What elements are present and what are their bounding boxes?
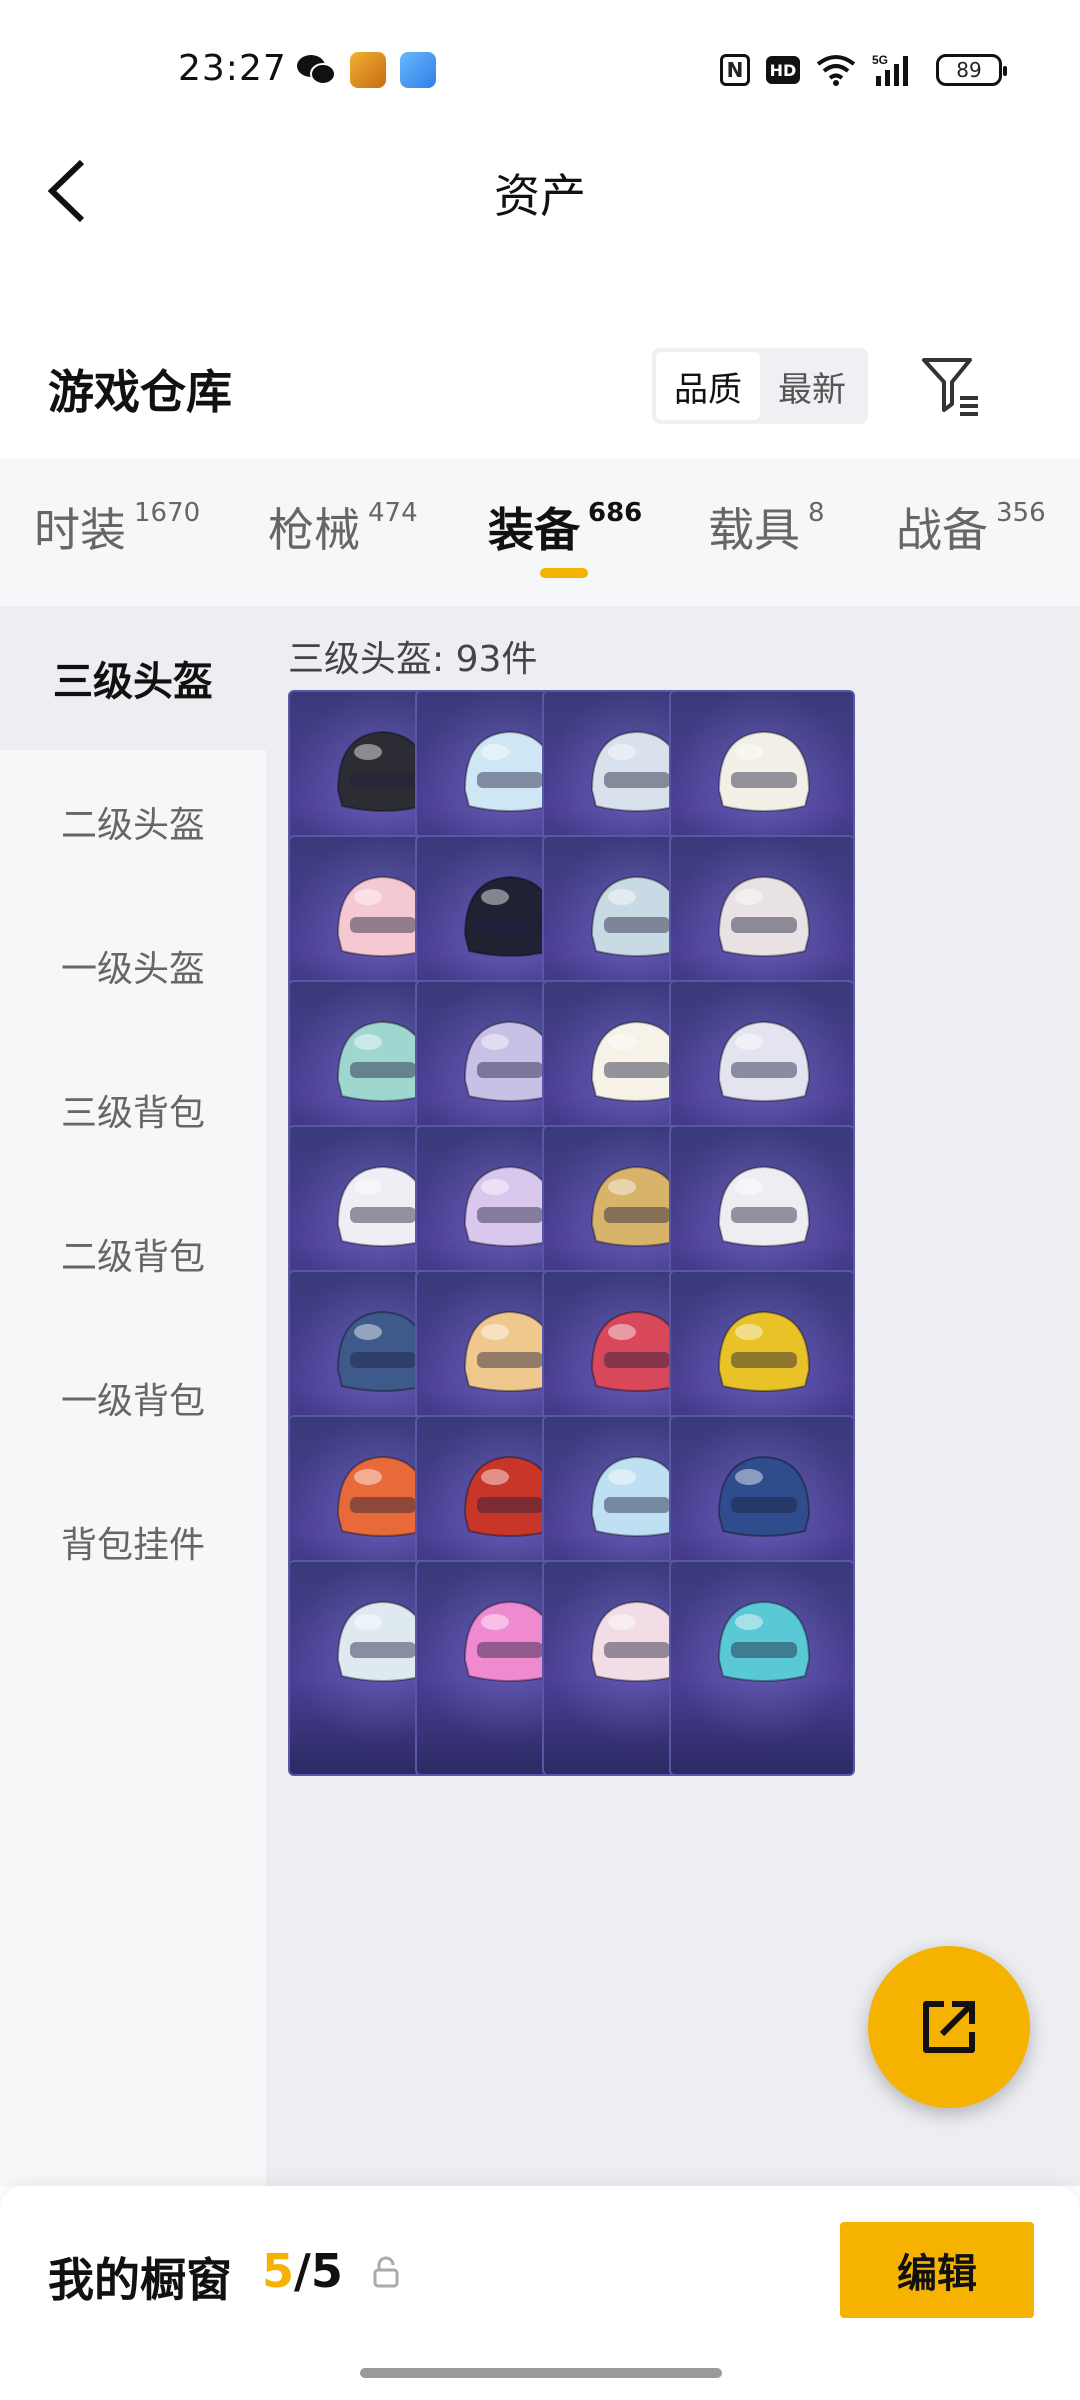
status-time: 23:27 <box>178 48 287 89</box>
helmet-icon <box>717 1165 811 1247</box>
svg-text:5G: 5G <box>872 53 888 67</box>
showcase-count: 5/5 <box>262 2244 343 2298</box>
tab-equipment[interactable]: 装备 686 <box>488 494 642 560</box>
grid-title: 三级头盔: 93件 <box>288 639 538 680</box>
tab-label: 载具 <box>708 503 800 557</box>
tab-count: 356 <box>996 498 1046 528</box>
status-icons: N HD 5G 89 <box>720 50 1007 90</box>
filter-icon[interactable] <box>918 352 984 418</box>
weather-app-icon <box>400 52 436 88</box>
category-tabs: 时装 1670 枪械 474 装备 686 载具 8 战备 356 <box>0 458 1080 606</box>
item-card[interactable] <box>669 1560 855 1776</box>
wifi-icon <box>816 55 856 86</box>
battery-level: 89 <box>956 58 982 82</box>
share-fab-button[interactable] <box>868 1946 1030 2108</box>
sidebar-item-level1-helmet[interactable]: 一级头盔 <box>0 894 266 1038</box>
sidebar-item-backpack-charms[interactable]: 背包挂件 <box>0 1470 266 1614</box>
sidebar-item-level1-backpack[interactable]: 一级背包 <box>0 1326 266 1470</box>
sidebar-item-level2-backpack[interactable]: 二级背包 <box>0 1182 266 1326</box>
warehouse-title: 游戏仓库 <box>48 365 232 419</box>
sidebar: 三级头盔 二级头盔 一级头盔 三级背包 二级背包 一级背包 背包挂件 <box>0 606 266 2186</box>
game-app-icon <box>350 52 386 88</box>
hd-icon: HD <box>766 56 800 84</box>
helmet-icon <box>717 1455 811 1537</box>
nfc-icon: N <box>720 54 750 86</box>
tab-vehicles[interactable]: 载具 8 <box>708 494 825 560</box>
sidebar-item-level3-backpack[interactable]: 三级背包 <box>0 1038 266 1182</box>
wechat-icon <box>297 55 336 85</box>
share-icon <box>923 2001 975 2053</box>
showcase-total: /5 <box>294 2244 343 2298</box>
helmet-icon <box>717 1600 811 1682</box>
edit-button[interactable]: 编辑 <box>840 2222 1034 2318</box>
tab-count: 8 <box>808 498 825 528</box>
sidebar-item-level3-helmet[interactable]: 三级头盔 <box>0 606 266 750</box>
tab-count: 686 <box>588 498 643 528</box>
helmet-icon <box>717 1020 811 1102</box>
signal-5g-icon: 5G <box>872 53 908 86</box>
status-bar: 23:27 N HD 5G 89 <box>0 0 1080 140</box>
tab-label: 枪械 <box>268 503 360 557</box>
tab-count: 474 <box>368 498 418 528</box>
helmet-icon <box>717 730 811 812</box>
tab-count: 1670 <box>134 498 201 528</box>
page-title: 资产 <box>494 169 586 223</box>
home-indicator <box>360 2368 722 2378</box>
tab-supplies[interactable]: 战备 356 <box>896 494 1046 560</box>
sidebar-item-level2-helmet[interactable]: 二级头盔 <box>0 750 266 894</box>
helmet-icon <box>717 875 811 957</box>
showcase-used: 5 <box>262 2244 295 2298</box>
tab-fashion[interactable]: 时装 1670 <box>34 494 200 560</box>
sort-option-newest[interactable]: 最新 <box>760 352 864 420</box>
battery-icon: 89 <box>936 54 1007 86</box>
tab-label: 战备 <box>896 503 988 557</box>
tab-weapons[interactable]: 枪械 474 <box>268 494 418 560</box>
sort-option-quality[interactable]: 品质 <box>656 352 760 420</box>
tab-label: 装备 <box>488 503 580 557</box>
sort-toggle[interactable]: 品质 最新 <box>652 348 868 424</box>
showcase-label: 我的橱窗 <box>48 2253 232 2307</box>
lock-icon <box>373 2256 399 2288</box>
tab-label: 时装 <box>34 503 126 557</box>
tab-indicator <box>540 568 588 578</box>
helmet-icon <box>717 1310 811 1392</box>
